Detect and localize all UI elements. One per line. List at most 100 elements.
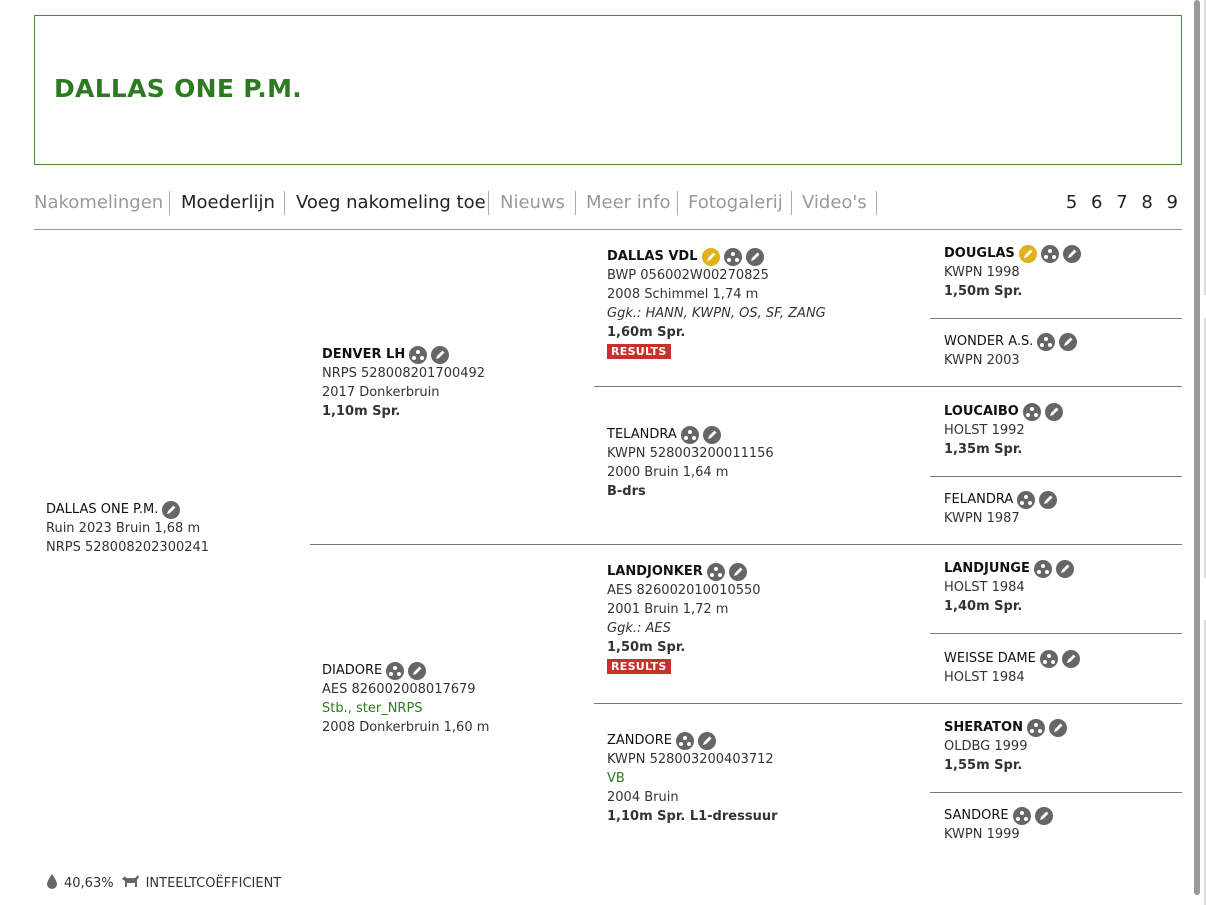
dam-sire-result: 1,50m Spr. — [607, 640, 686, 655]
edit-icon[interactable] — [1062, 244, 1081, 263]
tab-divider — [876, 191, 877, 215]
ancestor-name[interactable]: SHERATON — [944, 718, 1023, 737]
sire-sire-card: DALLAS VDL BWP 056002W00270825 2008 Schi… — [607, 247, 826, 361]
results-badge[interactable]: RESULTS — [607, 659, 671, 674]
sire-sire-ggk: Ggk.: HANN, KWPN, OS, SF, ZANG — [607, 306, 826, 321]
tab-meer-info[interactable]: Meer info — [586, 188, 671, 218]
edit-icon[interactable] — [702, 425, 721, 444]
medal-icon[interactable] — [701, 247, 720, 266]
dam-sire-name[interactable]: LANDJONKER — [607, 562, 703, 581]
sire-dam-registration: KWPN 528003200011156 — [607, 446, 774, 461]
pedigree-icon[interactable] — [706, 562, 725, 581]
tab-divider — [575, 191, 576, 215]
dam-dam-result: 1,10m Spr. L1-dressuur — [607, 809, 778, 824]
pedigree-icon[interactable] — [1040, 244, 1059, 263]
ancestor-name[interactable]: WONDER A.S. — [944, 332, 1033, 351]
sire-sire-registration: BWP 056002W00270825 — [607, 268, 769, 283]
dam-sire-ggk: Ggk.: AES — [607, 621, 671, 636]
ancestor-card: LOUCAIBO HOLST 1992 1,35m Spr. — [944, 402, 1063, 459]
dam-dam-studbook: VB — [607, 771, 625, 786]
dam-studbook: Stb., ster_NRPS — [322, 701, 423, 716]
edit-icon[interactable] — [745, 247, 764, 266]
dam-dam-name[interactable]: ZANDORE — [607, 731, 672, 750]
tab-voeg-nakomeling-toe[interactable]: Voeg nakomeling toe — [296, 188, 486, 218]
scrollbar[interactable] — [1194, 0, 1200, 895]
horse-card: DALLAS ONE P.M. Ruin 2023 Bruin 1,68 m N… — [46, 500, 209, 557]
edit-icon[interactable] — [1061, 649, 1080, 668]
ancestor-card: LANDJUNGE HOLST 1984 1,40m Spr. — [944, 559, 1074, 616]
pedigree-icon[interactable] — [1039, 649, 1058, 668]
ancestor-registration: HOLST 1984 — [944, 670, 1025, 685]
tab-divider — [791, 191, 792, 215]
horse-details: Ruin 2023 Bruin 1,68 m — [46, 521, 201, 536]
dam-dam-details: 2004 Bruin — [607, 790, 679, 805]
pedigree-divider — [594, 386, 1182, 387]
ancestor-name[interactable]: LANDJUNGE — [944, 559, 1030, 578]
ancestor-result: 1,55m Spr. — [944, 758, 1023, 773]
title-box: DALLAS ONE P.M. — [34, 15, 1182, 165]
tab-bar: Nakomelingen Moederlijn Voeg nakomeling … — [34, 188, 1182, 220]
dam-sire-registration: AES 826002010010550 — [607, 583, 761, 598]
pedigree-icon[interactable] — [1022, 402, 1041, 421]
edit-icon[interactable] — [1055, 559, 1074, 578]
tab-fotogalerij[interactable]: Fotogalerij — [688, 188, 783, 218]
dam-details: 2008 Donkerbruin 1,60 m — [322, 720, 490, 735]
ancestor-name[interactable]: LOUCAIBO — [944, 402, 1019, 421]
sire-sire-name[interactable]: DALLAS VDL — [607, 247, 698, 266]
pagination[interactable]: 5 6 7 8 9 — [1066, 188, 1182, 218]
tab-nakomelingen[interactable]: Nakomelingen — [34, 188, 163, 218]
pedigree-icon[interactable] — [386, 661, 405, 680]
pedigree-icon[interactable] — [680, 425, 699, 444]
dam-name[interactable]: DIADORE — [322, 661, 382, 680]
tab-divider — [677, 191, 678, 215]
edit-icon[interactable] — [408, 661, 427, 680]
ancestor-name[interactable]: DOUGLAS — [944, 244, 1015, 263]
ancestor-card: WEISSE DAME HOLST 1984 — [944, 649, 1080, 687]
tab-divider — [169, 191, 170, 215]
edit-icon[interactable] — [698, 731, 717, 750]
ancestor-card: DOUGLAS KWPN 1998 1,50m Spr. — [944, 244, 1081, 301]
dam-sire-card: LANDJONKER AES 826002010010550 2001 Brui… — [607, 562, 761, 676]
pedigree-icon[interactable] — [723, 247, 742, 266]
pedigree-icon[interactable] — [1017, 490, 1036, 509]
pedigree-icon[interactable] — [1033, 559, 1052, 578]
horse-name[interactable]: DALLAS ONE P.M. — [46, 500, 158, 519]
pedigree-divider — [930, 792, 1182, 793]
edit-icon[interactable] — [1034, 806, 1053, 825]
horse-registration: NRPS 528008202300241 — [46, 540, 210, 555]
edit-icon[interactable] — [1044, 402, 1063, 421]
edit-icon[interactable] — [728, 562, 747, 581]
dam-sire-details: 2001 Bruin 1,72 m — [607, 602, 729, 617]
medal-icon[interactable] — [1018, 244, 1037, 263]
sire-sire-details: 2008 Schimmel 1,74 m — [607, 287, 759, 302]
pedigree-icon[interactable] — [676, 731, 695, 750]
ancestor-card: SHERATON OLDBG 1999 1,55m Spr. — [944, 718, 1067, 775]
ancestor-registration: KWPN 1999 — [944, 827, 1020, 842]
tab-nieuws[interactable]: Nieuws — [500, 188, 565, 218]
pedigree-divider — [930, 633, 1182, 634]
sire-dam-name[interactable]: TELANDRA — [607, 425, 677, 444]
edit-icon[interactable] — [1059, 332, 1078, 351]
ancestor-card: FELANDRA KWPN 1987 — [944, 490, 1058, 528]
inbreeding-label[interactable]: INTEELTCOËFFICIENT — [146, 876, 282, 891]
edit-icon[interactable] — [162, 500, 181, 519]
tab-moederlijn[interactable]: Moederlijn — [181, 188, 275, 218]
edit-icon[interactable] — [431, 345, 450, 364]
results-badge[interactable]: RESULTS — [607, 344, 671, 359]
edit-icon[interactable] — [1039, 490, 1058, 509]
tab-videos[interactable]: Video's — [802, 188, 867, 218]
inbreeding-info: 40,63% INTEELTCOËFFICIENT — [46, 873, 281, 893]
ancestor-registration: HOLST 1992 — [944, 423, 1025, 438]
edit-icon[interactable] — [1048, 718, 1067, 737]
ancestor-card: WONDER A.S. KWPN 2003 — [944, 332, 1078, 370]
pedigree-icon[interactable] — [1026, 718, 1045, 737]
ancestor-name[interactable]: WEISSE DAME — [944, 649, 1036, 668]
pedigree-icon[interactable] — [1037, 332, 1056, 351]
pedigree-icon[interactable] — [1012, 806, 1031, 825]
ancestor-registration: OLDBG 1999 — [944, 739, 1028, 754]
ancestor-name[interactable]: FELANDRA — [944, 490, 1013, 509]
pedigree-icon[interactable] — [409, 345, 428, 364]
ancestor-name[interactable]: SANDORE — [944, 806, 1009, 825]
page-title: DALLAS ONE P.M. — [54, 74, 303, 103]
sire-name[interactable]: DENVER LH — [322, 345, 405, 364]
